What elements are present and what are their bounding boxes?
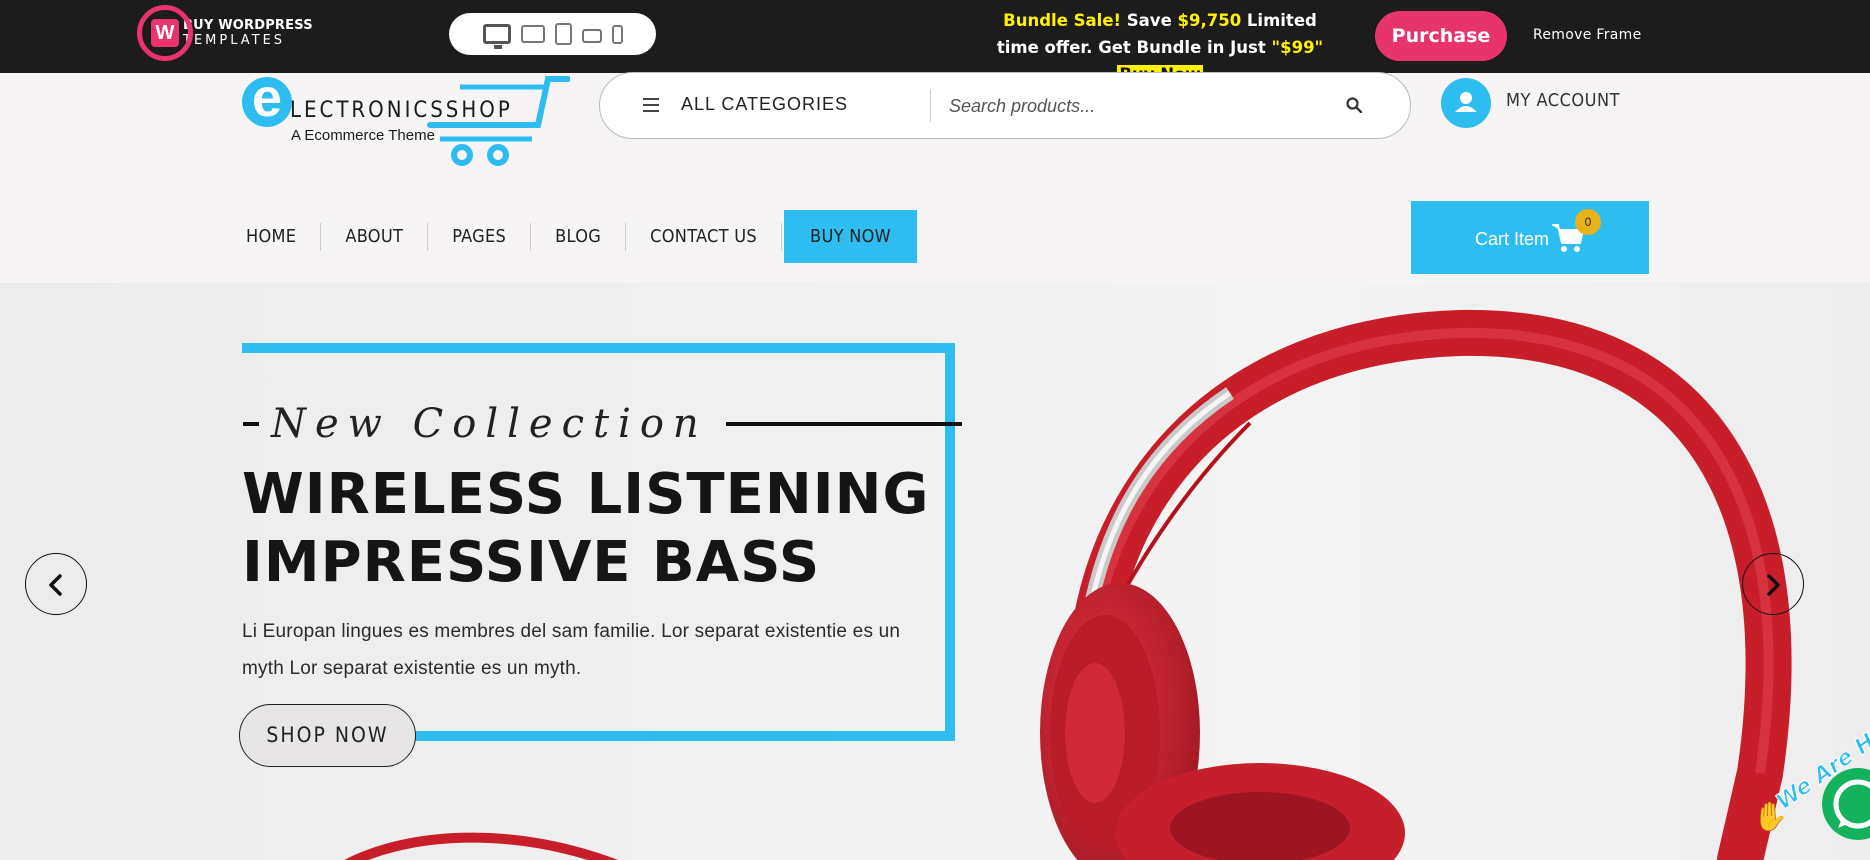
all-categories-dropdown[interactable]: ALL CATEGORIES	[681, 94, 848, 115]
chat-bubble-icon[interactable]	[1822, 768, 1870, 840]
buy-wordpress-templates-logo[interactable]: W BUY WORDPRESS TEMPLATES	[137, 5, 313, 61]
chevron-right-icon	[1767, 574, 1780, 596]
brand-line-1: BUY WORDPRESS	[183, 18, 313, 33]
nav-item-buy-now[interactable]: BUY NOW	[784, 210, 917, 263]
red-headphones-image	[1040, 309, 1792, 860]
nav-separator	[427, 222, 429, 251]
my-account-link[interactable]: MY ACCOUNT	[1506, 90, 1620, 111]
logo-name: LECTRONICSSHOP	[290, 98, 513, 123]
main-navigation: HOME ABOUT PAGES BLOG CONTACT US BUY NOW	[240, 210, 917, 263]
second-headphone-band	[344, 832, 619, 860]
tablet-landscape-icon[interactable]	[581, 29, 602, 43]
nav-item-blog[interactable]: BLOG	[555, 210, 601, 263]
nav-item-about[interactable]: ABOUT	[345, 210, 403, 263]
subtitle-line	[725, 422, 962, 426]
hero-title: WIRELESS LISTENING IMPRESSIVE BASS	[242, 461, 942, 597]
nav-separator	[530, 222, 532, 251]
hero-slider: New Collection WIRELESS LISTENING IMPRES…	[0, 283, 1870, 860]
phone-icon[interactable]	[611, 24, 623, 44]
search-bar: ALL CATEGORIES	[599, 72, 1411, 139]
electronicsshop-logo[interactable]: e LECTRONICSSHOP A Ecommerce Theme	[240, 71, 570, 169]
shop-now-button[interactable]: SHOP NOW	[239, 704, 416, 767]
laptop-icon[interactable]	[520, 25, 545, 43]
hero-subtitle: New Collection	[271, 401, 708, 447]
brand-logo-icon: W	[137, 5, 193, 61]
nav-item-contact-us[interactable]: CONTACT US	[650, 210, 757, 263]
chevron-left-icon	[49, 574, 62, 596]
new-collection-row: New Collection	[243, 401, 962, 447]
hamburger-menu-icon[interactable]	[643, 98, 659, 112]
search-icon[interactable]	[1346, 97, 1362, 113]
nav-separator	[320, 222, 322, 251]
promo-price: "$99"	[1271, 38, 1324, 57]
desktop-icon[interactable]	[482, 24, 511, 49]
cart-count-badge: 0	[1575, 209, 1601, 235]
brand-line-2: TEMPLATES	[183, 33, 286, 48]
purchase-button[interactable]: Purchase	[1375, 11, 1507, 61]
hero-description: Li Europan lingues es membres del sam fa…	[242, 621, 901, 679]
cart-button[interactable]: Cart Item 0	[1411, 201, 1649, 274]
cart-label: Cart Item	[1475, 229, 1550, 249]
logo-letter-e: e	[242, 71, 292, 127]
nav-item-home[interactable]: HOME	[246, 210, 296, 263]
search-divider	[930, 89, 931, 122]
account-avatar-icon[interactable]	[1441, 78, 1491, 128]
promo-sale-label: Bundle Sale!	[1003, 11, 1122, 30]
slider-next-button[interactable]	[1742, 553, 1804, 615]
remove-frame-link[interactable]: Remove Frame	[1533, 27, 1641, 43]
nav-item-pages[interactable]: PAGES	[452, 210, 506, 263]
nav-separator	[781, 222, 783, 251]
chat-widget[interactable]: We Are Here ✋	[1747, 705, 1870, 860]
device-preview-switcher	[449, 13, 656, 55]
hero-title-line-1: WIRELESS LISTENING	[242, 462, 930, 527]
waving-hand-icon: ✋	[1753, 801, 1788, 832]
slider-prev-button[interactable]	[25, 553, 87, 615]
logo-tagline: A Ecommerce Theme	[291, 127, 435, 144]
hero-title-line-2: IMPRESSIVE BASS	[242, 530, 821, 595]
nav-separator	[625, 222, 627, 251]
subtitle-dash	[243, 422, 259, 426]
tablet-icon[interactable]	[554, 23, 572, 45]
promo-savings: $9,750	[1177, 11, 1242, 30]
promo-topbar: W BUY WORDPRESS TEMPLATES Bundle Sale! S…	[0, 0, 1870, 84]
search-input[interactable]	[949, 87, 1329, 125]
promo-text: Save	[1121, 11, 1178, 30]
